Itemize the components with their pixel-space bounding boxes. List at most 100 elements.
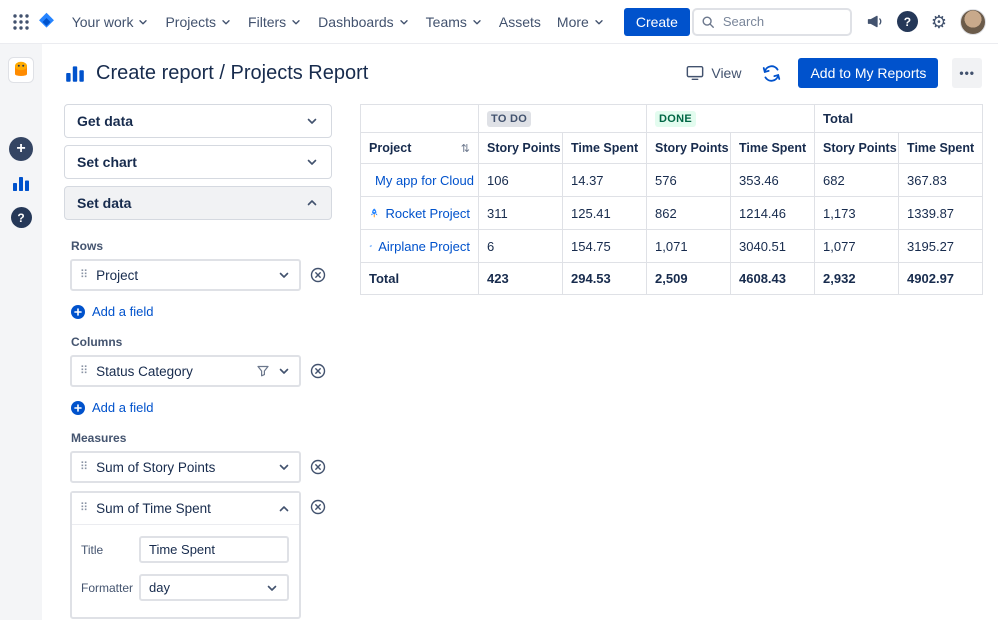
todo-status-badge: TO DO: [487, 111, 532, 127]
user-avatar[interactable]: [960, 8, 986, 35]
sort-icon[interactable]: ⇅: [461, 142, 470, 155]
remove-field-icon[interactable]: [310, 267, 326, 283]
app-switcher-icon[interactable]: [10, 8, 32, 36]
accordion-label: Get data: [77, 113, 134, 129]
report-table-area: TO DO DONE Total Project ⇅ Story Points …: [360, 104, 984, 295]
announcements-icon[interactable]: [865, 12, 884, 31]
view-button[interactable]: View: [682, 61, 745, 85]
nav-projects[interactable]: Projects: [158, 9, 239, 35]
top-navigation: Your work Projects Filters Dashboards Te…: [0, 0, 998, 44]
gear-glyph: ⚙: [930, 11, 947, 32]
measure2-settings: Title Formatter day: [72, 525, 299, 617]
project-link[interactable]: Rocket Project: [385, 206, 470, 221]
monitor-icon: [686, 65, 704, 81]
measure1-field-row: ⠿ Sum of Story Points: [70, 451, 326, 483]
add-to-my-reports-button[interactable]: Add to My Reports: [798, 58, 939, 88]
field-value: Sum of Time Spent: [96, 501, 211, 516]
reports-chart-icon[interactable]: [11, 173, 31, 193]
add-column-field-button[interactable]: Add a field: [71, 400, 153, 415]
drag-handle-icon[interactable]: ⠿: [80, 365, 88, 377]
nav-label: Dashboards: [318, 13, 394, 30]
page-title: Create report / Projects Report: [96, 61, 369, 84]
project-column-header[interactable]: Project ⇅: [360, 132, 479, 164]
set-data-accordion[interactable]: Set data: [64, 186, 332, 220]
formatter-label: Formatter: [81, 580, 134, 595]
formatter-select[interactable]: day: [139, 574, 289, 601]
nav-label: Assets: [498, 13, 541, 30]
table-cell: 1,077: [814, 229, 900, 263]
reports-app-logo[interactable]: [8, 57, 34, 83]
column-header[interactable]: Time Spent: [898, 132, 984, 164]
nav-label: Filters: [248, 13, 287, 30]
table-cell: 4902.97: [898, 262, 984, 295]
project-link[interactable]: My app for Cloud: [375, 173, 474, 188]
report-table: TO DO DONE Total Project ⇅ Story Points …: [360, 104, 984, 295]
settings-gear-icon[interactable]: ⚙: [931, 13, 947, 31]
filter-icon[interactable]: [257, 365, 269, 377]
group-todo-cell: TO DO: [477, 104, 648, 133]
question-glyph: ?: [903, 14, 912, 29]
page-header: Create report / Projects Report View Add…: [64, 58, 982, 88]
measure1-select[interactable]: ⠿ Sum of Story Points: [70, 451, 301, 483]
measure-title-input[interactable]: [139, 536, 289, 563]
plus-glyph: +: [16, 140, 26, 157]
total-label-cell: Total: [360, 262, 479, 295]
column-header[interactable]: Story Points: [814, 132, 900, 164]
nav-assets[interactable]: Assets: [492, 9, 548, 35]
nav-your-work[interactable]: Your work: [65, 9, 157, 35]
set-chart-accordion[interactable]: Set chart: [64, 145, 332, 179]
get-data-accordion[interactable]: Get data: [64, 104, 332, 138]
drag-handle-icon[interactable]: ⠿: [80, 461, 88, 473]
remove-field-icon[interactable]: [310, 363, 326, 379]
nav-label: Teams: [425, 13, 467, 30]
remove-field-icon[interactable]: [310, 459, 326, 475]
add-row-field-button[interactable]: Add a field: [71, 304, 153, 319]
search-input[interactable]: [720, 13, 843, 30]
table-cell: 311: [478, 196, 563, 230]
group-total-cell: Total: [814, 104, 984, 133]
column-header[interactable]: Time Spent: [730, 132, 816, 164]
plus-circle-icon: [71, 400, 85, 415]
more-actions-button[interactable]: •••: [952, 58, 982, 88]
search-icon: [702, 15, 714, 28]
column-header[interactable]: Time Spent: [561, 132, 648, 164]
table-cell: 294.53: [561, 262, 648, 295]
jira-logo[interactable]: [36, 11, 57, 32]
table-cell: 2,509: [646, 262, 732, 295]
drag-handle-icon[interactable]: ⠿: [80, 503, 88, 514]
nav-more[interactable]: More: [550, 9, 612, 35]
refresh-icon[interactable]: [759, 61, 784, 86]
drag-handle-icon[interactable]: ⠿: [80, 269, 88, 281]
rows-label: Rows: [71, 239, 104, 253]
chevron-down-icon: [292, 19, 300, 24]
nav-filters[interactable]: Filters: [241, 9, 309, 35]
accordion-label: Set chart: [77, 154, 137, 170]
table-cell: 125.41: [561, 196, 648, 230]
create-button[interactable]: Create: [623, 7, 690, 36]
search-box[interactable]: [691, 7, 852, 36]
table-cell: 14.37: [561, 163, 648, 197]
help-icon[interactable]: ?: [896, 11, 918, 32]
add-icon[interactable]: +: [9, 137, 33, 161]
add-field-label: Add a field: [92, 400, 154, 415]
column-header[interactable]: Story Points: [646, 132, 732, 164]
nav-dashboards[interactable]: Dashboards: [311, 9, 417, 35]
table-cell: 154.75: [561, 229, 648, 263]
nav-teams[interactable]: Teams: [419, 9, 490, 35]
sidebar-help-icon[interactable]: ?: [10, 207, 32, 228]
accordion-label: Set data: [77, 195, 132, 211]
rows-field-row: ⠿ Project: [70, 259, 326, 291]
chevron-down-icon: [399, 19, 408, 24]
report-chart-icon: [66, 66, 84, 82]
column-header[interactable]: Story Points: [478, 132, 563, 164]
rows-field-select[interactable]: ⠿ Project: [70, 259, 301, 291]
columns-field-select[interactable]: ⠿ Status Category: [70, 355, 301, 387]
table-cell: 3195.27: [898, 229, 984, 263]
chevron-down-icon: [279, 272, 289, 278]
project-link[interactable]: Airplane Project: [378, 239, 470, 254]
remove-field-icon[interactable]: [310, 499, 326, 515]
measure2-select[interactable]: ⠿ Sum of Time Spent: [72, 493, 299, 525]
table-cell: 862: [646, 196, 732, 230]
formatter-value: day: [149, 580, 170, 595]
total-row: Total 423 294.53 2,509 4608.43 2,932 490…: [360, 262, 984, 295]
